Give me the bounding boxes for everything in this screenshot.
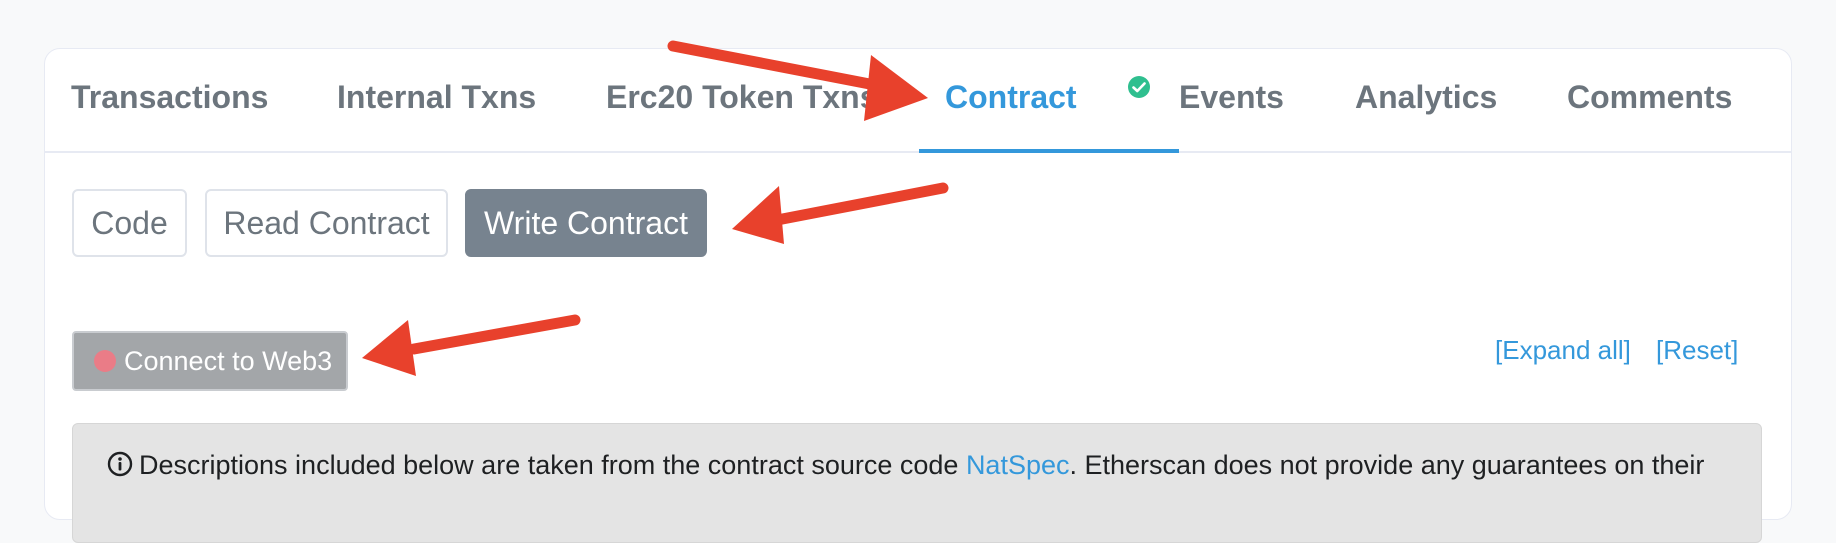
subtab-read-contract[interactable]: Read Contract [205,189,448,257]
status-dot-icon [94,350,116,372]
tab-bar: Transactions Internal Txns Erc20 Token T… [45,49,1791,153]
subtab-write-contract[interactable]: Write Contract [465,189,707,257]
info-icon [107,451,133,477]
natspec-link[interactable]: NatSpec [966,450,1070,480]
tab-erc20-token-txns[interactable]: Erc20 Token Txns [606,79,878,116]
active-tab-indicator [919,149,1179,153]
notice-text-before: Descriptions included below are taken fr… [139,450,966,480]
connect-button-label: Connect to Web3 [124,345,333,376]
tab-contract[interactable]: Contract [945,79,1077,116]
verified-check-icon [1128,76,1150,98]
tab-internal-txns[interactable]: Internal Txns [337,79,536,116]
reset-link[interactable]: [Reset] [1656,335,1738,366]
tab-transactions[interactable]: Transactions [71,79,268,116]
expand-all-link[interactable]: [Expand all] [1495,335,1631,366]
subtab-code[interactable]: Code [72,189,187,257]
natspec-notice: Descriptions included below are taken fr… [72,423,1762,543]
notice-text-after: . Etherscan does not provide any guarant… [1069,450,1705,480]
connect-to-web3-button[interactable]: Connect to Web3 [72,331,348,391]
contract-card: Transactions Internal Txns Erc20 Token T… [44,48,1792,543]
tab-analytics[interactable]: Analytics [1355,79,1497,116]
tab-comments[interactable]: Comments [1567,79,1732,116]
tab-events[interactable]: Events [1179,79,1284,116]
